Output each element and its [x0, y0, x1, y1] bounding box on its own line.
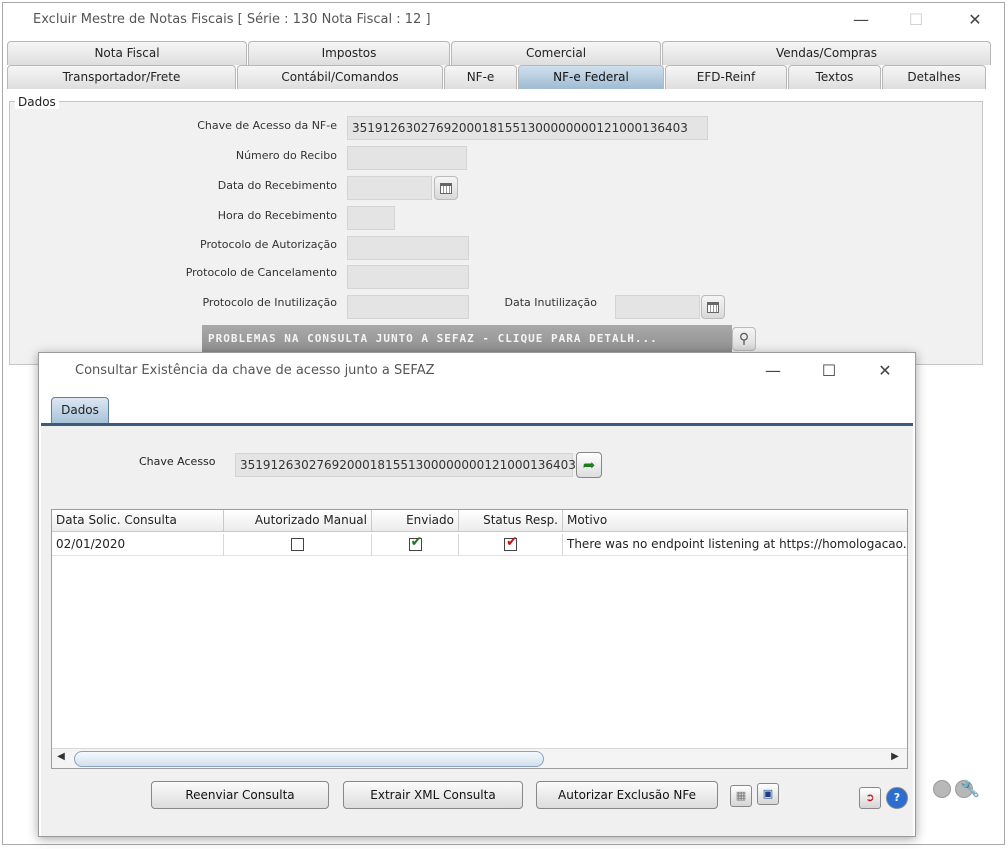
reenviar-consulta-button[interactable]: Reenviar Consulta	[151, 781, 329, 809]
protocolo-autorizacao-label: Protocolo de Autorização	[200, 238, 337, 251]
close-button[interactable]: ✕	[957, 5, 993, 35]
help-icon[interactable]: ?	[886, 787, 908, 809]
enviado-checkbox[interactable]: ✔	[408, 534, 423, 551]
status-resp-checkbox[interactable]: ✔	[504, 534, 518, 551]
tab-efd-reinf[interactable]: EFD-Reinf	[665, 65, 787, 89]
tab-row-top: Nota Fiscal Impostos Comercial Vendas/Co…	[7, 41, 992, 65]
maximize-button[interactable]: ☐	[898, 5, 934, 35]
chave-acesso-field[interactable]: 3519126302769200018155130000000012100013…	[235, 453, 576, 477]
autorizar-exclusao-nfe-button[interactable]: Autorizar Exclusão NFe	[536, 781, 718, 809]
refresh-button[interactable]: ➦	[576, 452, 602, 478]
cell-autorizado-manual	[224, 534, 372, 556]
column-header-enviado[interactable]: Enviado	[372, 510, 459, 532]
dialog-maximize-button[interactable]: ☐	[811, 356, 847, 386]
tab-impostos[interactable]: Impostos	[248, 41, 450, 65]
numero-recibo-field[interactable]	[347, 146, 467, 170]
column-header-motivo[interactable]: Motivo	[563, 510, 907, 532]
data-recebimento-label: Data do Recebimento	[217, 179, 337, 192]
dialog-tab-dados[interactable]: Dados	[51, 397, 109, 423]
tab-transportador-frete[interactable]: Transportador/Frete	[7, 65, 236, 89]
cell-data-solic: 02/01/2020	[52, 534, 224, 556]
protocolo-cancelamento-label: Protocolo de Cancelamento	[185, 266, 337, 279]
protocolo-cancelamento-field[interactable]	[347, 265, 469, 289]
chave-acesso-label: Chave de Acesso da NF-e	[197, 119, 337, 132]
cell-motivo: There was no endpoint listening at https…	[567, 537, 907, 551]
main-titlebar: Excluir Mestre de Notas Fiscais [ Série …	[3, 3, 1004, 37]
refresh-arrow-icon: ➦	[582, 456, 596, 474]
hora-recebimento-label: Hora do Recebimento	[217, 209, 337, 222]
tab-row-bottom: Transportador/Frete Contábil/Comandos NF…	[7, 65, 987, 89]
horizontal-scrollbar[interactable]: ◀ ▶	[52, 748, 907, 768]
sefaz-details-button[interactable]: ⚲	[732, 327, 756, 351]
side-circle-icon[interactable]	[933, 780, 951, 798]
exit-door-icon[interactable]: ➲	[859, 787, 881, 809]
tab-detalhes[interactable]: Detalhes	[882, 65, 986, 89]
tab-nfe[interactable]: NF-e	[444, 65, 517, 89]
numero-recibo-label: Número do Recibo	[235, 149, 337, 162]
check-icon: ✔	[506, 534, 518, 550]
export-icon[interactable]: ▣	[757, 783, 779, 805]
chave-acesso-field[interactable]: 3519126302769200018155130000000012100013…	[347, 116, 708, 140]
tab-nota-fiscal[interactable]: Nota Fiscal	[7, 41, 247, 65]
calendar-icon	[707, 301, 719, 313]
protocolo-inutilizacao-label: Protocolo de Inutilização	[202, 296, 337, 309]
wrench-icon[interactable]: 🔧	[960, 779, 980, 798]
dialog-minimize-button[interactable]: —	[755, 356, 791, 386]
grid-header: Data Solic. Consulta Autorizado Manual E…	[52, 510, 907, 532]
scroll-right-icon[interactable]: ▶	[888, 751, 902, 762]
scrollbar-thumb[interactable]	[74, 751, 544, 767]
cell-status-resp: ✔	[459, 534, 563, 556]
column-header-data-solic[interactable]: Data Solic. Consulta	[52, 510, 224, 532]
dados-legend: Dados	[15, 95, 59, 109]
consulta-grid: Data Solic. Consulta Autorizado Manual E…	[51, 509, 908, 769]
grid-icon[interactable]: ▦	[730, 785, 752, 807]
calendar-icon	[440, 182, 452, 194]
autorizado-manual-checkbox[interactable]	[291, 538, 304, 551]
data-recebimento-calendar-button[interactable]	[434, 176, 458, 200]
column-header-status-resp[interactable]: Status Resp.	[459, 510, 563, 532]
sefaz-problem-banner[interactable]: PROBLEMAS NA CONSULTA JUNTO A SEFAZ - CL…	[202, 325, 732, 353]
column-header-autorizado-manual[interactable]: Autorizado Manual	[224, 510, 372, 532]
tab-nfe-federal[interactable]: NF-e Federal	[518, 65, 664, 89]
data-inutilizacao-calendar-button[interactable]	[701, 295, 725, 319]
dialog-close-button[interactable]: ✕	[867, 356, 903, 386]
cell-enviado: ✔	[372, 534, 459, 556]
table-row[interactable]: 02/01/2020 ✔ ✔ There was no endpoint lis…	[52, 534, 907, 556]
tab-vendas-compras[interactable]: Vendas/Compras	[662, 41, 991, 65]
data-inutilizacao-label: Data Inutilização	[504, 296, 597, 309]
check-icon: ✔	[410, 534, 423, 550]
extrair-xml-consulta-button[interactable]: Extrair XML Consulta	[343, 781, 523, 809]
chave-acesso-label: Chave Acesso	[139, 455, 216, 468]
data-recebimento-field[interactable]	[347, 176, 432, 200]
data-inutilizacao-field[interactable]	[615, 295, 700, 319]
dialog-title: Consultar Existência da chave de acesso …	[75, 363, 435, 378]
hora-recebimento-field[interactable]	[347, 206, 395, 230]
tab-comercial[interactable]: Comercial	[451, 41, 661, 65]
minimize-button[interactable]: —	[843, 5, 879, 35]
tab-textos[interactable]: Textos	[788, 65, 881, 89]
scroll-left-icon[interactable]: ◀	[54, 751, 68, 762]
magnifier-icon: ⚲	[738, 331, 750, 347]
protocolo-autorizacao-field[interactable]	[347, 236, 469, 260]
main-window-title: Excluir Mestre de Notas Fiscais [ Série …	[33, 12, 431, 27]
sefaz-consult-dialog: Consultar Existência da chave de acesso …	[38, 352, 916, 837]
protocolo-inutilizacao-field[interactable]	[347, 295, 469, 319]
tab-contabil-comandos[interactable]: Contábil/Comandos	[237, 65, 443, 89]
